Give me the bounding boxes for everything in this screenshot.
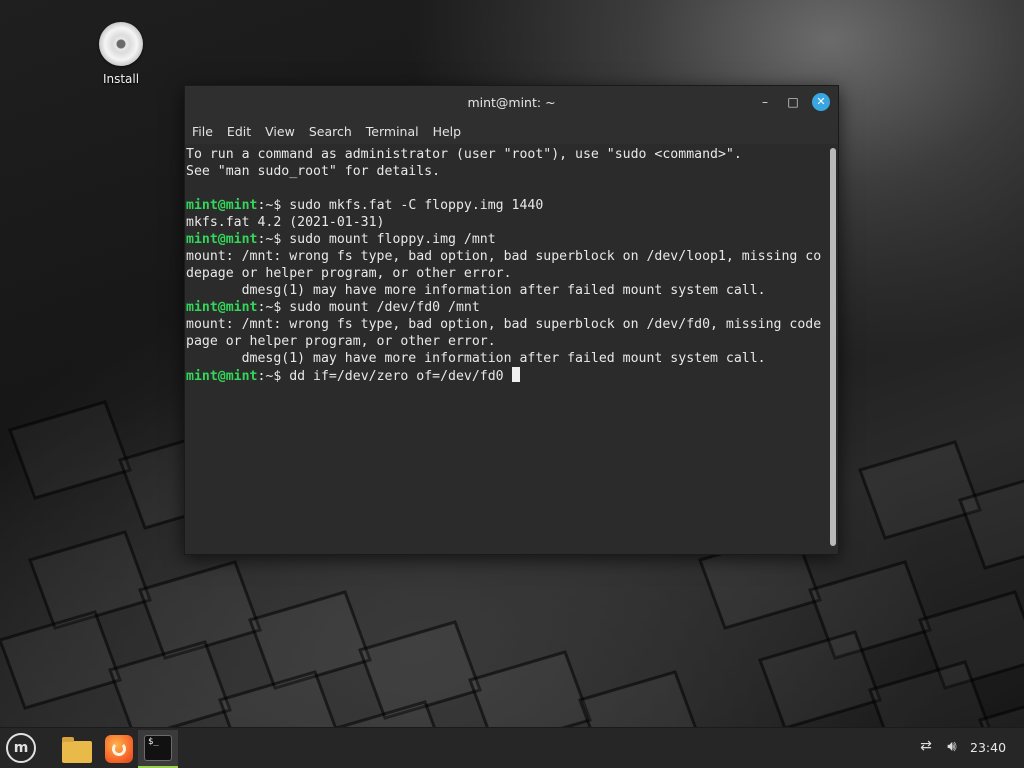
menu-edit[interactable]: Edit	[227, 124, 251, 139]
desktop-icon-label: Install	[102, 72, 140, 86]
desktop-icon-install[interactable]: Install	[92, 22, 150, 86]
clock[interactable]: 23:40	[970, 740, 1006, 755]
shell-prompt-user: mint@mint	[186, 300, 258, 315]
folder-icon[interactable]	[61, 733, 93, 765]
terminal-line: dmesg(1) may have more information after…	[186, 282, 824, 299]
terminal-scrollbar[interactable]	[830, 148, 836, 546]
terminal-icon: $_	[144, 735, 172, 761]
terminal-line: depage or helper program, or other error…	[186, 265, 824, 282]
wallpaper-tile	[858, 440, 982, 540]
terminal-line: mount: /mnt: wrong fs type, bad option, …	[186, 248, 824, 265]
terminal-line: To run a command as administrator (user …	[186, 146, 824, 163]
terminal-taskbar-button[interactable]: $_	[138, 730, 178, 768]
terminal-line-text: mount: /mnt: wrong fs type, bad option, …	[186, 249, 822, 264]
network-disconnected-icon[interactable]: ⇄	[915, 738, 937, 758]
wallpaper-tile	[8, 400, 132, 500]
terminal-line-text: page or helper program, or other error.	[186, 334, 496, 349]
folder-shape	[62, 737, 92, 763]
terminal-line-text: dmesg(1) may have more information after…	[186, 283, 766, 298]
menu-terminal[interactable]: Terminal	[366, 124, 419, 139]
terminal-line-text: sudo mount floppy.img /mnt	[289, 232, 496, 247]
terminal-line: mount: /mnt: wrong fs type, bad option, …	[186, 316, 824, 333]
menu-view[interactable]: View	[265, 124, 295, 139]
firefox-shape	[105, 735, 133, 763]
taskbar: m $_ ⇄ 🔊︎ 23:40	[0, 727, 1024, 768]
terminal-line: See "man sudo_root" for details.	[186, 163, 824, 180]
terminal-line: mkfs.fat 4.2 (2021-01-31)	[186, 214, 824, 231]
shell-prompt-path: :~$	[257, 232, 290, 247]
window-title: mint@mint: ~	[467, 95, 556, 110]
shell-prompt-user: mint@mint	[186, 198, 258, 213]
terminal-line: mint@mint:~$ sudo mkfs.fat -C floppy.img…	[186, 197, 824, 214]
menu-search[interactable]: Search	[309, 124, 352, 139]
desktop: Install mint@mint: ~ – □ ✕ File Edit Vie…	[0, 0, 1024, 768]
terminal-line-text: mkfs.fat 4.2 (2021-01-31)	[186, 215, 385, 230]
terminal-line-text: sudo mkfs.fat -C floppy.img 1440	[289, 198, 544, 213]
minimize-button[interactable]: –	[757, 94, 773, 110]
terminal-line-text: dd if=/dev/zero of=/dev/fd0	[289, 369, 512, 384]
menu-bar: File Edit View Search Terminal Help	[185, 118, 838, 144]
disc-icon	[99, 22, 143, 66]
mint-menu-icon[interactable]: m	[6, 733, 36, 763]
shell-prompt-user: mint@mint	[186, 232, 258, 247]
terminal-line: mint@mint:~$ sudo mount floppy.img /mnt	[186, 231, 824, 248]
close-button[interactable]: ✕	[812, 93, 830, 111]
terminal-line-text: depage or helper program, or other error…	[186, 266, 512, 281]
terminal-line-text: dmesg(1) may have more information after…	[186, 351, 766, 366]
terminal-window[interactable]: mint@mint: ~ – □ ✕ File Edit View Search…	[184, 85, 839, 555]
wallpaper-tile	[0, 610, 122, 710]
shell-prompt-path: :~$	[257, 300, 290, 315]
firefox-swirl	[112, 742, 126, 756]
menu-file[interactable]: File	[192, 124, 213, 139]
terminal-line: mint@mint:~$ dd if=/dev/zero of=/dev/fd0	[186, 367, 824, 384]
maximize-button[interactable]: □	[785, 94, 801, 110]
terminal-line: dmesg(1) may have more information after…	[186, 350, 824, 367]
wallpaper-tile	[108, 640, 232, 740]
menu-help[interactable]: Help	[433, 124, 462, 139]
shell-prompt-user: mint@mint	[186, 369, 258, 384]
terminal-line-text: sudo mount /dev/fd0 /mnt	[289, 300, 480, 315]
terminal-line: page or helper program, or other error.	[186, 333, 824, 350]
window-titlebar[interactable]: mint@mint: ~ – □ ✕	[185, 86, 838, 118]
terminal-line-text: To run a command as administrator (user …	[186, 147, 742, 162]
text-cursor	[511, 367, 520, 382]
volume-icon[interactable]: 🔊︎	[941, 737, 963, 757]
terminal-output[interactable]: To run a command as administrator (user …	[185, 144, 838, 552]
terminal-line-text: See "man sudo_root" for details.	[186, 164, 441, 179]
terminal-line-text: mount: /mnt: wrong fs type, bad option, …	[186, 317, 822, 332]
shell-prompt-path: :~$	[257, 198, 290, 213]
terminal-line: mint@mint:~$ sudo mount /dev/fd0 /mnt	[186, 299, 824, 316]
shell-prompt-path: :~$	[257, 369, 290, 384]
firefox-icon[interactable]	[103, 733, 135, 765]
